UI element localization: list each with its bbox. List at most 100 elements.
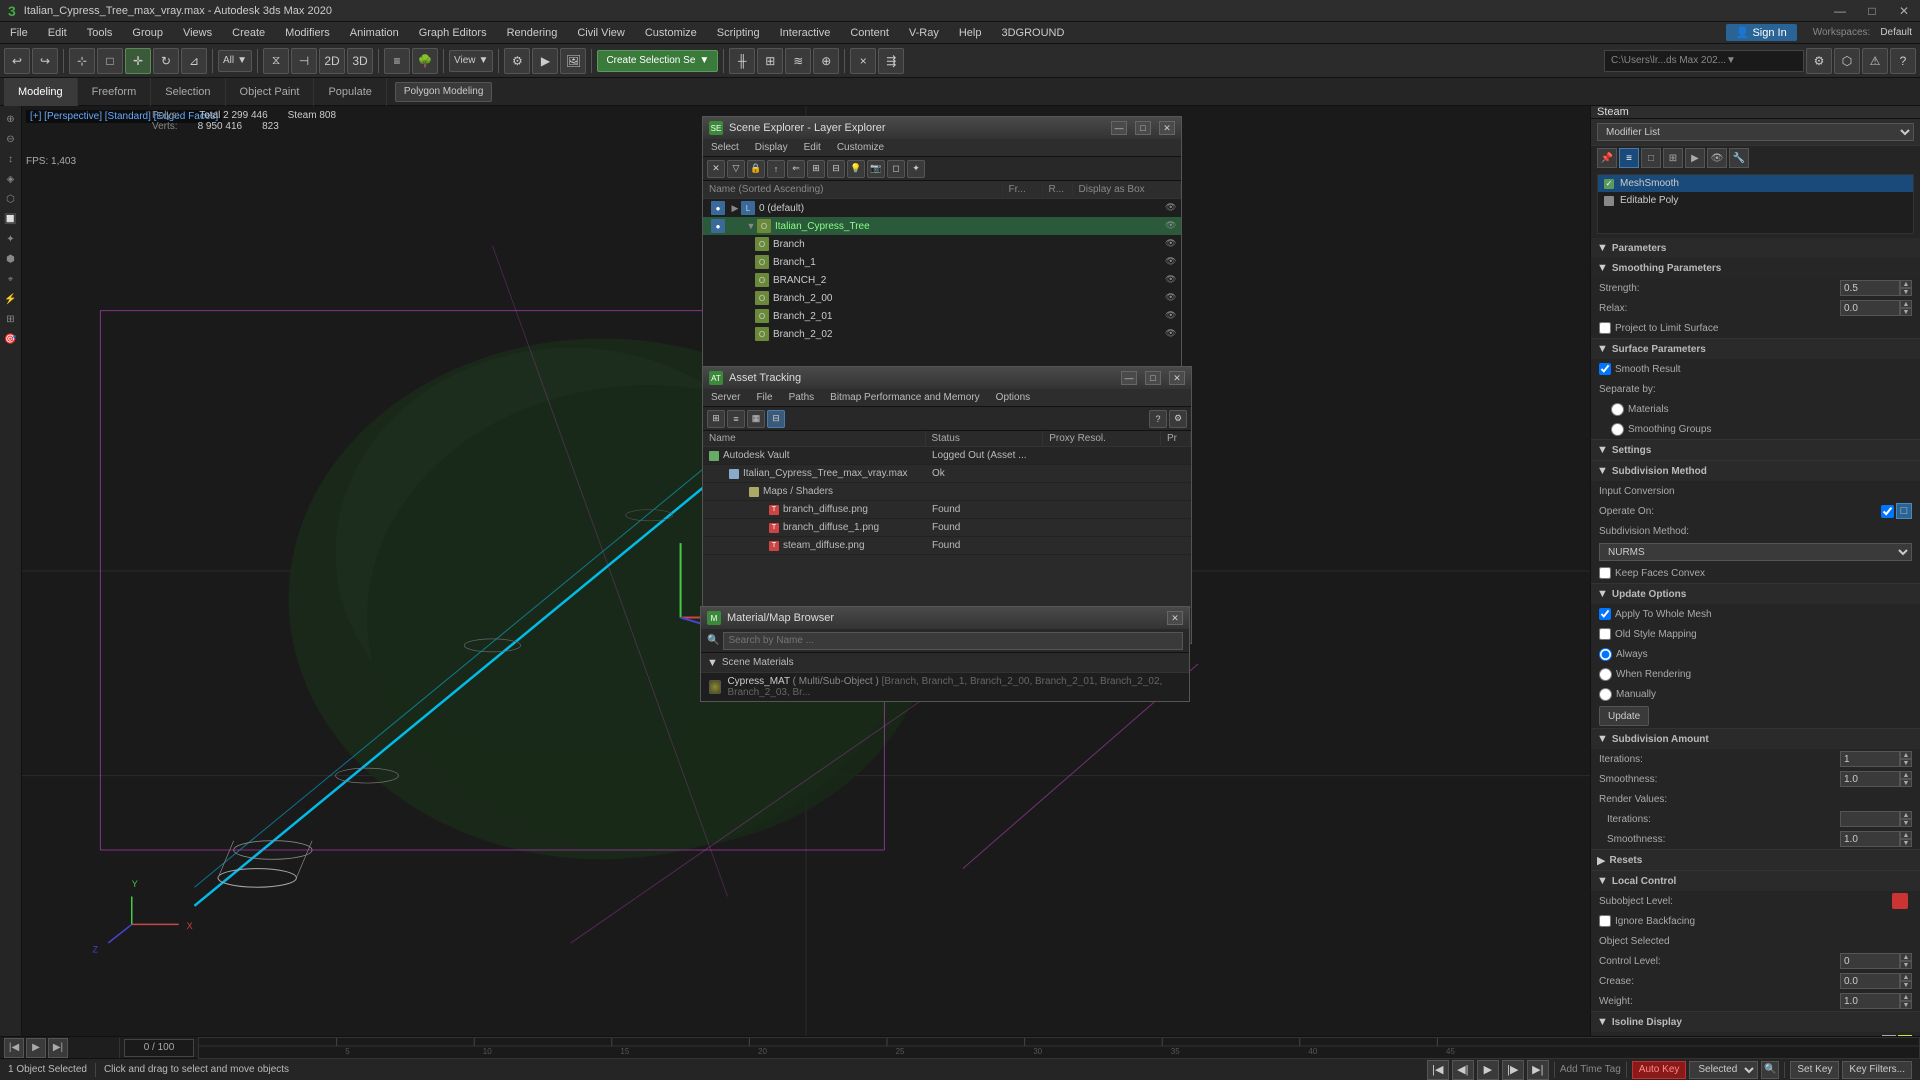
- select-button[interactable]: ⊹: [69, 48, 95, 74]
- menu-animation[interactable]: Animation: [340, 22, 409, 44]
- select-region-button[interactable]: □: [97, 48, 123, 74]
- tree-expand-0[interactable]: ▶: [729, 202, 741, 214]
- at-col-status[interactable]: Status: [926, 431, 1044, 446]
- rp-render-smooth-input[interactable]: [1840, 831, 1900, 847]
- eye-icon-0[interactable]: 👁: [1165, 202, 1177, 214]
- menu-scripting[interactable]: Scripting: [707, 22, 770, 44]
- se-merge-btn[interactable]: ⇐: [787, 160, 805, 178]
- crease-up[interactable]: ▲: [1900, 973, 1912, 981]
- render-iter-up[interactable]: ▲: [1900, 811, 1912, 819]
- operate-on-icon[interactable]: □: [1896, 503, 1912, 519]
- se-col-fr[interactable]: Fr...: [1003, 184, 1043, 195]
- at-menu-options[interactable]: Options: [992, 392, 1034, 403]
- rp-subdiv-amount-header[interactable]: ▼ Subdivision Amount: [1591, 729, 1920, 749]
- se-helper-btn[interactable]: ✦: [907, 160, 925, 178]
- keep-faces-check[interactable]: [1599, 567, 1611, 579]
- maximize-button[interactable]: □: [1856, 0, 1888, 22]
- eye-icon-2[interactable]: 👁: [1165, 238, 1177, 250]
- render-msg[interactable]: ⚠: [1862, 48, 1888, 74]
- at-close[interactable]: ✕: [1169, 371, 1185, 385]
- eye-icon-4[interactable]: 👁: [1165, 274, 1177, 286]
- eye-icon-7[interactable]: 👁: [1165, 328, 1177, 340]
- at-btn-2[interactable]: ≡: [727, 410, 745, 428]
- mat-item-cypress[interactable]: Cypress_MAT ( Multi/Sub-Object ) [Branch…: [701, 673, 1189, 701]
- se-menu-edit[interactable]: Edit: [800, 142, 825, 153]
- scene-explorer-close[interactable]: ✕: [1159, 121, 1175, 135]
- at-minimize[interactable]: —: [1121, 371, 1137, 385]
- modifier-meshsmooth[interactable]: ✓ MeshSmooth: [1598, 175, 1913, 192]
- left-icon-11[interactable]: ⊞: [2, 310, 20, 328]
- left-icon-7[interactable]: ✦: [2, 230, 20, 248]
- eye-icon-6[interactable]: 👁: [1165, 310, 1177, 322]
- left-icon-2[interactable]: ⊖: [2, 130, 20, 148]
- render-setup[interactable]: ⚙: [504, 48, 530, 74]
- weight-down[interactable]: ▼: [1900, 1001, 1912, 1009]
- menu-content[interactable]: Content: [840, 22, 899, 44]
- left-icon-4[interactable]: ◈: [2, 170, 20, 188]
- menu-help[interactable]: Help: [949, 22, 992, 44]
- rp-crease-input[interactable]: [1840, 973, 1900, 989]
- se-shape-btn[interactable]: ◻: [887, 160, 905, 178]
- always-radio[interactable]: [1599, 648, 1612, 661]
- se-funnel-btn[interactable]: ▽: [727, 160, 745, 178]
- rp-params-header[interactable]: ▼ Parameters: [1591, 238, 1920, 258]
- minimize-button[interactable]: —: [1824, 0, 1856, 22]
- iter-down[interactable]: ▼: [1900, 759, 1912, 767]
- at-help[interactable]: ?: [1149, 410, 1167, 428]
- menu-vray[interactable]: V-Ray: [899, 22, 949, 44]
- smooth-result-check[interactable]: [1599, 363, 1611, 375]
- se-group-btn[interactable]: ⊞: [807, 160, 825, 178]
- next-key-btn[interactable]: |▶: [1502, 1060, 1524, 1080]
- at-settings[interactable]: ⚙: [1169, 410, 1187, 428]
- tab-freeform[interactable]: Freeform: [78, 78, 152, 106]
- se-camera-btn[interactable]: 📷: [867, 160, 885, 178]
- left-icon-10[interactable]: ⚡: [2, 290, 20, 308]
- search-anim-btn[interactable]: 🔍: [1761, 1061, 1779, 1079]
- at-col-proxy[interactable]: Proxy Resol.: [1043, 431, 1161, 446]
- quick-render[interactable]: ▶: [532, 48, 558, 74]
- se-lock-btn[interactable]: 🔒: [747, 160, 765, 178]
- menu-group[interactable]: Group: [122, 22, 173, 44]
- autokey-button[interactable]: Auto Key: [1632, 1061, 1687, 1079]
- snap-2d[interactable]: 2D: [319, 48, 345, 74]
- se-filter-btn[interactable]: ✕: [707, 160, 725, 178]
- scene-explorer-minimize[interactable]: —: [1111, 121, 1127, 135]
- menu-edit[interactable]: Edit: [38, 22, 77, 44]
- close-button[interactable]: ✕: [1888, 0, 1920, 22]
- next-frame-btn[interactable]: ▶|: [48, 1038, 68, 1058]
- tree-item-3-branch1[interactable]: ▶ O Branch_1 👁: [703, 253, 1181, 271]
- nurms-dropdown[interactable]: NURMS: [1599, 543, 1912, 561]
- tab-selection[interactable]: Selection: [151, 78, 225, 106]
- when-rendering-radio[interactable]: [1599, 668, 1612, 681]
- menu-tools[interactable]: Tools: [77, 22, 123, 44]
- left-icon-5[interactable]: ⬡: [2, 190, 20, 208]
- material-editor-btn[interactable]: ⬡: [1834, 48, 1860, 74]
- rp-settings-header[interactable]: ▼ Settings: [1591, 440, 1920, 460]
- strength-down[interactable]: ▼: [1900, 288, 1912, 296]
- rp-isoline-header[interactable]: ▼ Isoline Display: [1591, 1012, 1920, 1032]
- render-frame[interactable]: 🖼: [560, 48, 586, 74]
- modifier-editable-poly[interactable]: Editable Poly: [1598, 192, 1913, 209]
- ignore-backfacing-check[interactable]: [1599, 915, 1611, 927]
- render-iter-down[interactable]: ▼: [1900, 819, 1912, 827]
- tree-expand-1[interactable]: ▼: [745, 220, 757, 232]
- se-menu-select[interactable]: Select: [707, 142, 743, 153]
- undo-button[interactable]: ↩: [4, 48, 30, 74]
- operate-on-check[interactable]: [1881, 505, 1894, 518]
- signin-button[interactable]: 👤 Sign In: [1726, 24, 1797, 41]
- all-dropdown[interactable]: All ▼: [218, 50, 252, 72]
- left-icon-9[interactable]: ⌖: [2, 270, 20, 288]
- left-icon-12[interactable]: 🎯: [2, 330, 20, 348]
- cl-down[interactable]: ▼: [1900, 961, 1912, 969]
- se-col-name[interactable]: Name (Sorted Ascending): [703, 184, 1003, 195]
- se-up-btn[interactable]: ↑: [767, 160, 785, 178]
- rp-icon-utility[interactable]: 🔧: [1729, 148, 1749, 168]
- key-filters-button[interactable]: Key Filters...: [1842, 1061, 1912, 1079]
- menu-create[interactable]: Create: [222, 22, 275, 44]
- tree-item-0-default[interactable]: ● ▶ L 0 (default) 👁: [703, 199, 1181, 217]
- at-row-maxfile[interactable]: Italian_Cypress_Tree_max_vray.max Ok: [703, 465, 1191, 483]
- rp-iterations-input[interactable]: [1840, 751, 1900, 767]
- selected-dropdown[interactable]: Selected: [1689, 1061, 1758, 1079]
- menu-civil-view[interactable]: Civil View: [567, 22, 634, 44]
- se-col-display[interactable]: Display as Box: [1073, 184, 1182, 195]
